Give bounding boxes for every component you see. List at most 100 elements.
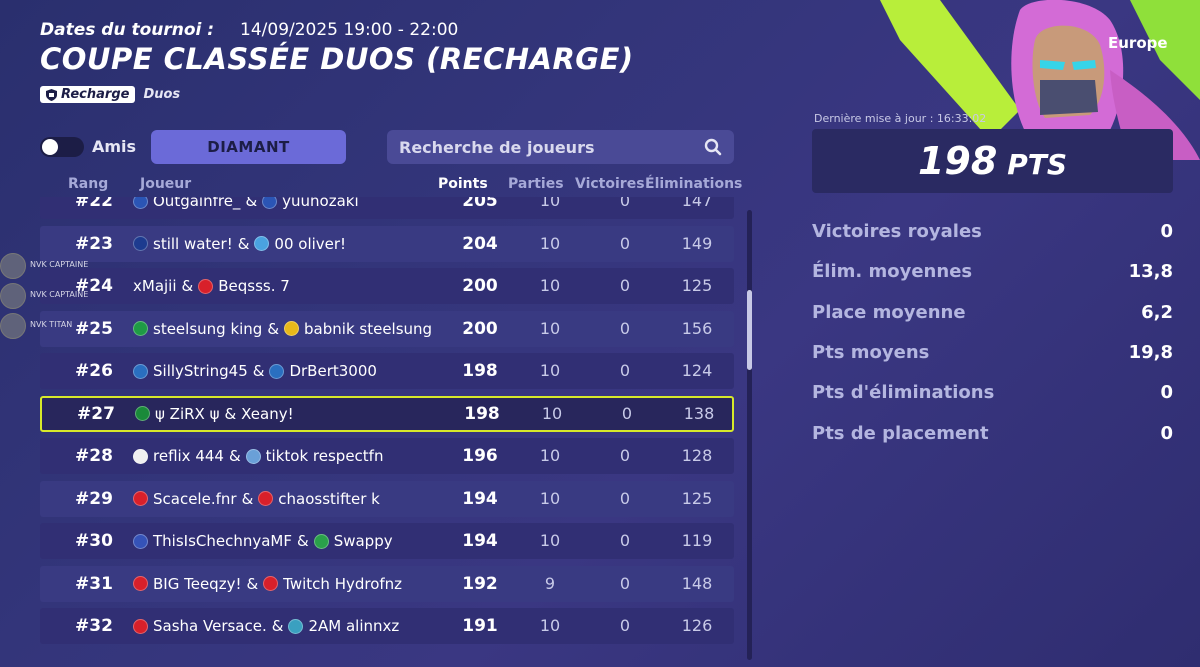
friend-avatar[interactable] [0,253,26,279]
ampersand: & [181,277,194,295]
flag-icon [258,491,274,506]
eliminations-cell: 125 [681,488,713,508]
duos-tag: Duos [143,87,181,102]
flag-icon [133,618,148,634]
date-label: Dates du tournoi : [40,20,215,40]
flag-icon [133,533,148,549]
parties-cell: 10 [539,197,561,210]
ampersand: & [271,617,284,635]
player-one: Sasha Versace. [153,617,267,635]
ampersand: & [224,404,237,423]
table-row[interactable]: #31 BIG Teeqzy! & Twitch Hydrofnz 192 9 0 148 [40,565,734,602]
table-row[interactable]: #32 Sasha Versace. & 2AM alinnxz 191 10 0 126 [40,608,734,644]
col-victoires: Victoires [575,176,645,192]
stat-row: Pts d'éliminations 0 [812,382,1173,403]
shield-icon [46,88,57,101]
friends-toggle[interactable] [40,137,84,157]
parties-cell: 10 [539,318,561,338]
scrollbar-thumb[interactable] [747,290,752,370]
eliminations-cell: 125 [681,276,713,295]
flag-icon [254,236,270,251]
player-two: 2AM alinnxz [308,617,400,635]
ampersand: & [246,574,259,593]
division-button[interactable]: DIAMANT [151,130,346,164]
ampersand: & [252,362,265,380]
player-two: babnik steelsung [304,319,433,338]
parties-cell: 10 [539,616,561,635]
rank-cell: #32 [75,616,113,636]
player-search-input[interactable]: Recherche de joueurs [387,130,734,164]
parties-cell: 10 [539,488,561,508]
points-cell: 200 [462,276,498,296]
points-cell: 196 [462,446,498,466]
flag-icon [288,618,304,634]
points-cell: 200 [462,318,498,339]
points-cell: 204 [462,233,498,254]
stat-value: 13,8 [1128,261,1173,283]
victoires-cell: 0 [619,488,631,508]
leaderboard-table: #22 Outgainfre_ & yuunozaki 205 10 0 147 #23 stil… [40,197,734,667]
player-cell: reflix 444 & tiktok respectfn [133,438,383,474]
rank-cell: #26 [75,361,113,381]
flag-icon [133,576,148,591]
table-row-highlighted[interactable]: #27 ψ ZiRX ψ & Xeany! 198 10 0 138 [40,395,734,432]
stat-value: 0 [1160,422,1173,444]
player-one: steelsung king [153,319,263,338]
player-two: chaosstifter k [278,489,380,508]
parties-cell: 9 [544,573,556,593]
player-one: xMajii [133,277,177,295]
player-cell: ψ ZiRX ψ & Xeany! [135,396,294,432]
scrollbar[interactable] [747,210,752,660]
points-cell: 194 [462,531,498,551]
col-joueur: Joueur [140,176,192,192]
friends-label: Amis [92,137,137,156]
victoires-cell: 0 [619,446,631,465]
victoires-cell: 0 [619,616,631,635]
ampersand: & [267,319,280,338]
table-row[interactable]: #30 ThisIsChechnyaMF & Swappy 194 10 0 119 [40,523,734,559]
player-two: 00 oliver! [274,234,347,253]
flag-icon [262,197,278,209]
eliminations-cell: 119 [681,531,713,550]
page-title: COUPE CLASSÉE DUOS (RECHARGE) [40,42,634,76]
player-cell: still water! & 00 oliver! [133,226,346,262]
total-points-value: 198 [917,139,998,183]
ampersand: & [237,234,250,253]
recharge-tag: Recharge [40,86,136,103]
table-row[interactable]: #25 steelsung king & babnik steelsung 200 10 0… [40,310,734,347]
parties-cell: 10 [539,361,561,380]
parties-cell: 10 [539,446,561,465]
player-one: Outgainfre_ [153,197,241,210]
victoires-cell: 0 [619,197,631,210]
points-cell: 205 [462,197,498,211]
rank-cell: #30 [75,531,113,551]
table-row[interactable]: #26 SillyString45 & DrBert3000 198 10 0 124 [40,353,734,389]
player-cell: steelsung king & babnik steelsung [133,311,432,347]
stat-row: Pts moyens 19,8 [812,342,1173,363]
flag-icon [133,197,148,209]
rank-cell: #29 [75,488,113,509]
friend-avatar[interactable] [0,283,26,309]
flag-icon [313,533,329,549]
table-row[interactable]: #23 still water! & 00 oliver! 204 10 0 149 [40,225,734,262]
rank-cell: #27 [77,403,115,424]
player-cell: Sasha Versace. & 2AM alinnxz [133,608,399,644]
friend-label: NVK CAPTAINE [30,290,89,299]
region-label: Europe [1108,34,1168,52]
table-header: Rang Joueur Points Parties Victoires Éli… [40,176,742,194]
table-row[interactable]: #24 xMajii & Beqsss. 7 200 10 0 125 [40,268,734,304]
eliminations-cell: 147 [681,197,713,210]
table-row[interactable]: #22 Outgainfre_ & yuunozaki 205 10 0 147 [40,197,734,219]
rank-cell: #23 [75,233,113,254]
player-one: ψ ZiRX ψ [155,404,220,423]
eliminations-cell: 138 [683,403,715,423]
eliminations-cell: 156 [681,318,713,338]
player-cell: ThisIsChechnyaMF & Swappy [133,523,393,559]
ampersand: & [228,447,241,465]
stat-label: Victoires royales [812,221,982,242]
victoires-cell: 0 [619,573,631,593]
friend-avatar[interactable] [0,313,26,339]
flag-icon [135,406,150,421]
table-row[interactable]: #28 reflix 444 & tiktok respectfn 196 10 0 128 [40,438,734,474]
table-row[interactable]: #29 Scacele.fnr & chaosstifter k 194 10 0 125 [40,480,734,517]
